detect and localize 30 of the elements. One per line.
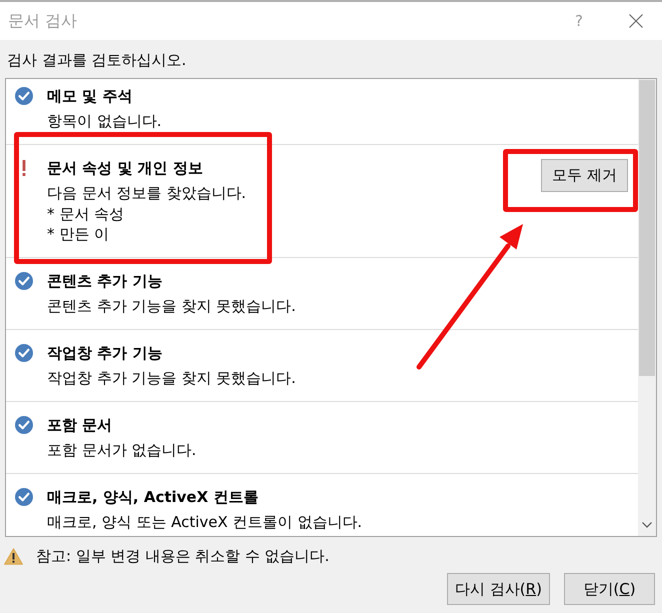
check-circle-icon — [15, 272, 33, 290]
window-title: 문서 검사 — [8, 10, 78, 32]
chevron-down-icon[interactable] — [642, 522, 652, 528]
result-description: * 만든 이 — [47, 224, 110, 244]
remove-all-button[interactable]: 모두 제거 — [541, 159, 628, 192]
recheck-button[interactable]: 다시 검사(R) — [447, 573, 550, 605]
result-description: * 문서 속성 — [47, 204, 126, 224]
result-title: 문서 속성 및 개인 정보 — [47, 158, 204, 179]
result-description: 매크로, 양식 또는 ActiveX 컨트롤이 없습니다. — [47, 512, 364, 532]
result-description: 항목이 없습니다. — [47, 111, 163, 132]
close-button[interactable]: 닫기(C) — [564, 573, 655, 605]
instruction-text: 검사 결과를 검토하십시오. — [6, 50, 188, 71]
result-title: 작업창 추가 기능 — [47, 343, 164, 364]
result-description: 포함 문서가 없습니다. — [47, 440, 198, 460]
close-icon[interactable] — [629, 14, 643, 28]
result-title: 메모 및 주석 — [47, 86, 134, 107]
check-circle-icon — [15, 488, 33, 506]
exclamation-icon — [22, 160, 26, 176]
result-description: 작업창 추가 기능을 찾지 못했습니다. — [47, 368, 297, 388]
result-description: 콘텐츠 추가 기능을 찾지 못했습니다. — [47, 296, 297, 316]
warning-icon — [4, 548, 23, 564]
check-circle-icon — [15, 416, 33, 434]
check-circle-icon — [15, 344, 33, 362]
result-title: 포함 문서 — [47, 415, 114, 436]
scrollbar-thumb[interactable] — [639, 80, 655, 376]
check-circle-icon — [15, 87, 33, 105]
result-description: 다음 문서 정보를 찾았습니다. — [47, 183, 248, 204]
note-text: 참고: 일부 변경 내용은 취소할 수 없습니다. — [36, 546, 330, 566]
result-title: 콘텐츠 추가 기능 — [47, 271, 164, 292]
result-title: 매크로, 양식, ActiveX 컨트롤 — [47, 487, 260, 508]
